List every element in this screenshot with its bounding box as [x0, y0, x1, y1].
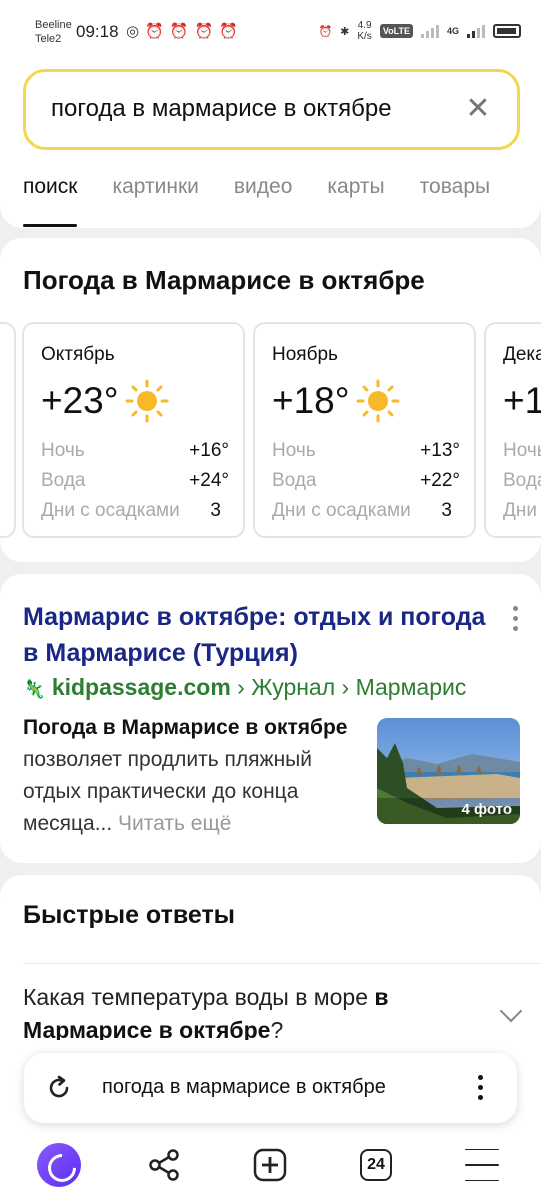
signal-icon: [467, 24, 485, 38]
search-result: Мармарис в октябре: отдых и погода в Мар…: [0, 574, 541, 863]
reload-icon[interactable]: [46, 1075, 72, 1101]
sun-icon: [356, 379, 400, 423]
new-tab-button[interactable]: [247, 1142, 293, 1188]
rain-days-row: Дни с осадками 3: [272, 500, 452, 521]
signal-icon: [420, 24, 439, 38]
share-button[interactable]: [141, 1142, 187, 1188]
weather-month-card[interactable]: Ноябрь +18° Ночь +13° Вода +22° Дни с осад…: [253, 322, 476, 538]
favicon-icon: 🦎: [23, 679, 46, 699]
weather-month-card[interactable]: Октябрь +23° Ночь +16° Вода +24° Дни с оса…: [22, 322, 245, 538]
alarm-clock-icon: ⏰: [318, 25, 333, 38]
alice-button[interactable]: [36, 1142, 82, 1188]
carrier-names: Beeline Tele2: [35, 18, 72, 46]
weather-month-card-prev[interactable]: [0, 322, 16, 538]
weather-month-card[interactable]: Декабрь +1 Ночь Вода Дни с осадками: [484, 322, 541, 538]
omnibox[interactable]: погода в мармарисе в октябре: [24, 1053, 517, 1123]
alice-icon: [37, 1143, 81, 1187]
month-temp: +1: [503, 380, 541, 421]
question-item[interactable]: Какая температура воды в море в Мармарис…: [23, 981, 463, 1047]
network-speed: 4.9 K/s: [357, 20, 372, 42]
sun-icon: [125, 379, 169, 423]
quick-answers-title: Быстрые ответы: [23, 901, 236, 929]
photo-count-badge: 4 фото: [461, 801, 512, 818]
carrier-1: Beeline: [35, 19, 72, 31]
clear-icon[interactable]: ✕: [463, 94, 493, 124]
result-thumbnail[interactable]: 4 фото: [377, 718, 520, 824]
more-options-icon[interactable]: [513, 606, 519, 636]
alarm-icon: ⏰: [145, 23, 170, 40]
nav-bar: 24: [0, 1142, 541, 1192]
water-row: Вода +24°: [41, 470, 229, 491]
result-domain: kidpassage.com: [51, 674, 231, 700]
divider: [23, 963, 541, 964]
plus-icon: [253, 1148, 287, 1182]
result-source[interactable]: 🦎 kidpassage.com › Журнал › Мармарис: [23, 674, 503, 701]
network-type: 4G: [446, 26, 459, 36]
bottom-toolbar: погода в мармарисе в октябре 24: [0, 1040, 541, 1200]
rain-days-row: Дни с осадками: [503, 500, 541, 521]
system-icons: ⏰ ✱ 4.9 K/s VoLTE 4G: [318, 20, 521, 42]
month-temp: +18°: [272, 380, 350, 421]
volte-badge: VoLTE: [379, 24, 413, 38]
tab-count: 24: [360, 1149, 392, 1181]
notification-icons: ◎⏰⏰⏰⏰: [126, 22, 244, 40]
rain-days-row: Дни с осадками 3: [41, 500, 221, 521]
result-snippet: Погода в Мармарисе в октябре позволяет п…: [23, 716, 348, 835]
search-tabs: поиск картинки видео карты товары: [23, 175, 525, 227]
omnibox-query[interactable]: погода в мармарисе в октябре: [102, 1076, 386, 1099]
share-icon: [149, 1149, 179, 1181]
night-row: Ночь +13°: [272, 440, 460, 461]
instagram-icon: ◎: [126, 23, 146, 40]
clock: 09:18: [76, 22, 119, 41]
status-bar: Beeline Tele2 09:18 ◎⏰⏰⏰⏰ ⏰ ✱ 4.9 K/s Vo…: [0, 0, 541, 60]
read-more-link[interactable]: Читать ещё: [112, 812, 231, 835]
month-name: Декабрь: [503, 344, 541, 365]
tab-images[interactable]: картинки: [112, 175, 198, 199]
water-row: Вода: [503, 470, 541, 491]
month-name: Октябрь: [41, 344, 115, 365]
month-temp: +23°: [41, 380, 119, 421]
month-name: Ноябрь: [272, 344, 338, 365]
night-row: Ночь +16°: [41, 440, 229, 461]
battery-icon: [493, 24, 521, 38]
tab-maps[interactable]: карты: [327, 175, 384, 199]
alarm-icon: ⏰: [169, 23, 195, 40]
search-query[interactable]: погода в мармарисе в октябре: [51, 95, 441, 123]
tab-video[interactable]: видео: [234, 175, 293, 199]
menu-icon[interactable]: [459, 1142, 505, 1188]
night-row: Ночь: [503, 440, 541, 461]
search-header: погода в мармарисе в октябре ✕ поиск кар…: [0, 60, 541, 228]
tab-goods[interactable]: товары: [420, 175, 490, 199]
result-path: › Журнал › Мармарис: [230, 674, 467, 700]
chevron-down-icon[interactable]: [499, 999, 523, 1023]
result-title-link[interactable]: Мармарис в октябре: отдых и погода в Мар…: [23, 599, 493, 671]
tab-search[interactable]: поиск: [23, 175, 78, 227]
alarm-icon: ⏰: [194, 23, 220, 40]
weather-widget: Погода в Мармарисе в октябре Октябрь +23…: [0, 238, 541, 562]
carrier-2: Tele2: [35, 33, 62, 45]
bluetooth-icon: ✱: [340, 25, 350, 38]
water-row: Вода +22°: [272, 470, 460, 491]
omnibox-menu-icon[interactable]: [478, 1075, 484, 1105]
tabs-button[interactable]: 24: [353, 1142, 399, 1188]
search-input[interactable]: погода в мармарисе в октябре ✕: [23, 69, 520, 150]
alarm-icon: ⏰: [219, 23, 244, 40]
weather-title[interactable]: Погода в Мармарисе в октябре: [23, 265, 425, 296]
